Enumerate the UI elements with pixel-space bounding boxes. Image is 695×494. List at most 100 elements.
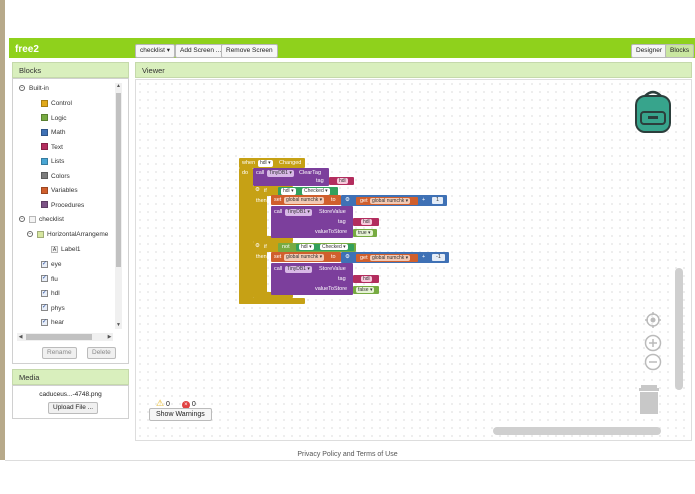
upload-file-button[interactable]: Upload File ... (48, 402, 99, 414)
checked-pill[interactable]: Checked ▾ (302, 188, 330, 195)
checkbox-label: eye (51, 261, 62, 268)
blocks-panel-header: Blocks (12, 62, 129, 78)
collapse-icon[interactable]: − (19, 216, 25, 223)
checkbox-icon: ✓ (41, 289, 48, 297)
zoom-out-icon[interactable] (644, 353, 662, 371)
builtin-item-label: Logic (51, 114, 67, 122)
recenter-icon[interactable] (644, 311, 662, 329)
builtin-item-procedures[interactable]: Procedures (41, 201, 84, 211)
gear-icon[interactable]: ⚙ (345, 197, 350, 204)
checkbox-icon: ✓ (41, 260, 48, 268)
errors-count: 0 (191, 401, 196, 408)
blocks-button[interactable]: Blocks (665, 44, 695, 58)
media-file[interactable]: caduceus...-4748.png (13, 391, 128, 398)
number-one-block[interactable]: 1 (432, 197, 443, 204)
cleartag-method: ClearTag (299, 170, 322, 176)
builtin-item-logic[interactable]: Logic (41, 114, 67, 124)
colors-color-icon (41, 172, 48, 180)
math-color-icon (41, 128, 48, 136)
scroll-up-icon[interactable]: ▲ (115, 83, 122, 90)
tinydb-pill[interactable]: TinyDB1 ▾ (285, 209, 312, 216)
hdl-component-pill[interactable]: hdl ▾ (258, 160, 273, 167)
tag-param: tag (338, 276, 346, 282)
scroll-left-icon[interactable]: ◀ (17, 333, 24, 341)
h-scroll-thumb[interactable] (26, 334, 92, 340)
true-pill[interactable]: true ▾ (356, 230, 373, 236)
tree-builtin[interactable]: − Built-in (19, 84, 49, 94)
add-screen-button[interactable]: Add Screen ... (175, 44, 227, 58)
builtin-item-lists[interactable]: Lists (41, 157, 64, 167)
builtin-item-text[interactable]: Text (41, 143, 63, 153)
hdl-text-value-2: hdl (361, 219, 372, 225)
warnings-count: 0 (166, 401, 170, 408)
hdl-pill-3[interactable]: hdl ▾ (299, 244, 314, 250)
gear-icon[interactable]: ⚙ (255, 187, 260, 194)
builtin-item-label: Lists (51, 158, 65, 165)
number-minus-one-block[interactable]: -1 (432, 254, 445, 261)
media-panel: caduceus...-4748.png Upload File ... (12, 385, 129, 419)
global-numchk-pill[interactable]: global numchk ▾ (284, 197, 325, 204)
tinydb-pill[interactable]: TinyDB1 ▾ (285, 266, 312, 273)
tree-checkbox-hear[interactable]: ✓ hear (41, 318, 64, 328)
bottom-divider (5, 460, 695, 461)
tree-label1[interactable]: A Label1 (51, 245, 81, 255)
event-block-spine (239, 168, 253, 304)
builtin-item-label: Math (51, 129, 66, 136)
gear-icon[interactable]: ⚙ (255, 243, 260, 250)
logic-color-icon (41, 114, 48, 122)
trash-icon[interactable] (637, 383, 661, 415)
tree-screen[interactable]: − checklist (19, 215, 64, 225)
hdl-pill-2[interactable]: hdl ▾ (281, 188, 296, 195)
media-panel-title: Media (19, 373, 40, 382)
then-keyword: then (256, 198, 267, 204)
global-numchk-pill-2[interactable]: global numchk ▾ (284, 254, 325, 261)
collapse-icon[interactable]: − (27, 231, 33, 238)
global-numchk-get-pill[interactable]: global numchk ▾ (370, 198, 411, 204)
blocks-workspace[interactable]: when hdl ▾ Changed do call TinyDB1 ▾ Cle… (135, 79, 692, 441)
rename-button[interactable]: Rename (42, 347, 77, 359)
workspace-horizontal-scrollbar[interactable] (493, 427, 661, 435)
delete-button[interactable]: Delete (87, 347, 116, 359)
plus-operator[interactable]: + (422, 197, 425, 204)
tinydb-pill[interactable]: TinyDB1 ▾ (267, 170, 294, 177)
workspace-vertical-scrollbar[interactable] (675, 268, 683, 390)
plus-operator[interactable]: + (422, 254, 425, 261)
then-keyword: then (256, 254, 267, 260)
checkbox-label: phys (51, 304, 65, 312)
remove-screen-button[interactable]: Remove Screen (221, 44, 278, 58)
tree-checkbox-phys[interactable]: ✓ phys (41, 304, 65, 314)
collapse-icon[interactable]: − (19, 85, 25, 92)
when-keyword: when (242, 160, 256, 166)
tree-horizontal-scrollbar[interactable]: ◀ ▶ (17, 333, 113, 341)
builtin-item-colors[interactable]: Colors (41, 172, 70, 182)
if-keyword: if (264, 188, 267, 194)
changed-event-name: Changed (279, 160, 302, 166)
to-keyword: to (331, 254, 336, 260)
call-keyword: call (274, 209, 283, 215)
global-numchk-get-pill-2[interactable]: global numchk ▾ (370, 255, 411, 261)
checkbox-label: hear (51, 319, 65, 326)
builtin-item-label: Procedures (51, 201, 85, 209)
scroll-down-icon[interactable]: ▼ (115, 322, 122, 329)
builtin-item-variables[interactable]: Variables (41, 186, 78, 196)
tree-vertical-scrollbar[interactable]: ▲ ▼ (115, 83, 122, 329)
privacy-link[interactable]: Privacy Policy and Terms of Use (0, 451, 695, 458)
gear-icon[interactable]: ⚙ (345, 254, 350, 261)
tree-checkbox-eye[interactable]: ✓ eye (41, 260, 61, 270)
checked-pill-2[interactable]: Checked ▾ (320, 244, 348, 250)
builtin-item-label: Control (51, 100, 72, 107)
show-warnings-button[interactable]: Show Warnings (149, 408, 212, 421)
scroll-thumb[interactable] (116, 93, 121, 267)
builtin-item-math[interactable]: Math (41, 128, 65, 138)
scroll-right-icon[interactable]: ▶ (106, 333, 113, 341)
designer-button[interactable]: Designer (631, 44, 668, 58)
tree-checkbox-flu[interactable]: ✓ flu (41, 275, 58, 285)
zoom-in-icon[interactable] (644, 334, 662, 352)
builtin-item-control[interactable]: Control (41, 99, 72, 109)
media-panel-header: Media (12, 369, 129, 385)
false-pill[interactable]: false ▾ (356, 287, 375, 293)
screen-selector-button[interactable]: checklist ▾ (135, 44, 175, 58)
backpack-icon[interactable] (630, 88, 676, 136)
tree-arrangement[interactable]: − HorizontalArrangeme (27, 230, 108, 240)
tree-checkbox-hdl[interactable]: ✓ hdl (41, 289, 60, 299)
